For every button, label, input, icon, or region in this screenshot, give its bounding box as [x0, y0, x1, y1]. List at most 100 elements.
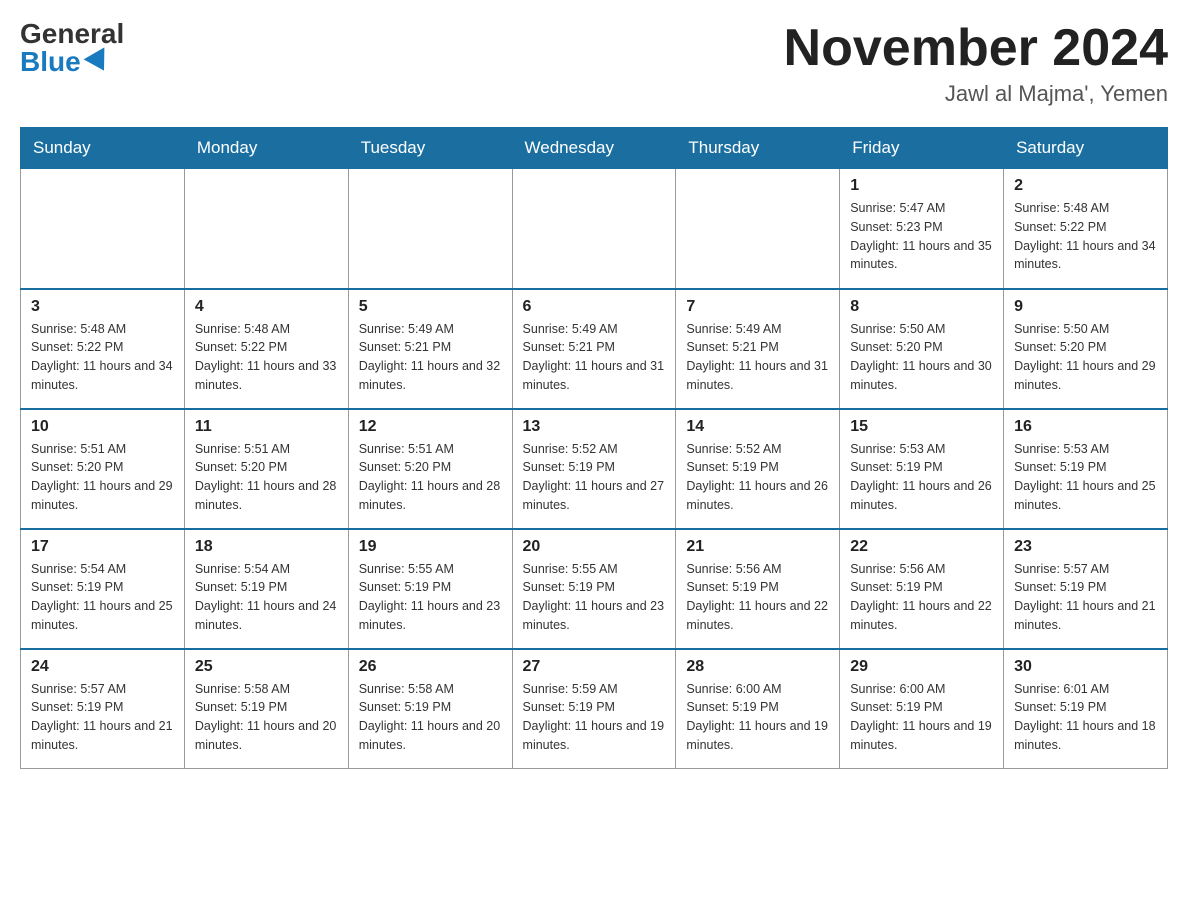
calendar-week-row: 10 Sunrise: 5:51 AMSunset: 5:20 PMDayligh… — [21, 409, 1168, 529]
day-number: 7 — [686, 298, 829, 316]
day-info: Sunrise: 5:54 AMSunset: 5:19 PMDaylight:… — [31, 560, 174, 635]
calendar-day-cell: 4Sunrise: 5:48 AMSunset: 5:22 PMDaylight… — [184, 289, 348, 409]
day-number: 8 — [850, 298, 993, 316]
day-number: 21 — [686, 538, 829, 556]
day-number: 10 — [31, 418, 174, 436]
day-number: 13 — [523, 418, 666, 436]
day-info: Sunrise: 6:00 AMSunset: 5:19 PMDaylight:… — [686, 680, 829, 755]
logo-triangle-icon — [83, 47, 114, 76]
day-number: 3 — [31, 298, 174, 316]
calendar-day-cell: 10 Sunrise: 5:51 AMSunset: 5:20 PMDayligh… — [21, 409, 185, 529]
calendar-day-cell: 15Sunrise: 5:53 AMSunset: 5:19 PMDayligh… — [840, 409, 1004, 529]
calendar-day-cell: 14 Sunrise: 5:52 AMSunset: 5:19 PMDayligh… — [676, 409, 840, 529]
day-number: 5 — [359, 298, 502, 316]
calendar-week-row: 24 Sunrise: 5:57 AMSunset: 5:19 PMDayligh… — [21, 649, 1168, 769]
calendar-week-row: 3 Sunrise: 5:48 AMSunset: 5:22 PMDaylight… — [21, 289, 1168, 409]
day-number: 9 — [1014, 298, 1157, 316]
calendar-day-cell: 22 Sunrise: 5:56 AMSunset: 5:19 PMDayligh… — [840, 529, 1004, 649]
calendar-day-cell: 29 Sunrise: 6:00 AMSunset: 5:19 PMDayligh… — [840, 649, 1004, 769]
calendar-day-cell — [512, 169, 676, 289]
day-info: Sunrise: 5:57 AMSunset: 5:19 PMDaylight:… — [1014, 560, 1157, 635]
calendar-table: SundayMondayTuesdayWednesdayThursdayFrid… — [20, 127, 1168, 769]
day-number: 26 — [359, 658, 502, 676]
day-number: 29 — [850, 658, 993, 676]
day-number: 30 — [1014, 658, 1157, 676]
day-number: 22 — [850, 538, 993, 556]
calendar-day-cell: 19 Sunrise: 5:55 AMSunset: 5:19 PMDayligh… — [348, 529, 512, 649]
day-info: Sunrise: 5:54 AMSunset: 5:19 PMDaylight:… — [195, 560, 338, 635]
calendar-day-cell: 7 Sunrise: 5:49 AMSunset: 5:21 PMDaylight… — [676, 289, 840, 409]
day-info: Sunrise: 5:50 AMSunset: 5:20 PMDaylight:… — [850, 320, 993, 395]
calendar-header-row: SundayMondayTuesdayWednesdayThursdayFrid… — [21, 128, 1168, 169]
day-info: Sunrise: 5:51 AMSunset: 5:20 PMDaylight:… — [359, 440, 502, 515]
day-info: Sunrise: 5:48 AMSunset: 5:22 PMDaylight:… — [1014, 199, 1157, 274]
day-of-week-header: Saturday — [1004, 128, 1168, 169]
calendar-day-cell: 1Sunrise: 5:47 AMSunset: 5:23 PMDaylight… — [840, 169, 1004, 289]
calendar-day-cell — [184, 169, 348, 289]
day-info: Sunrise: 6:01 AMSunset: 5:19 PMDaylight:… — [1014, 680, 1157, 755]
day-of-week-header: Monday — [184, 128, 348, 169]
day-number: 17 — [31, 538, 174, 556]
day-number: 6 — [523, 298, 666, 316]
calendar-day-cell: 5 Sunrise: 5:49 AMSunset: 5:21 PMDaylight… — [348, 289, 512, 409]
day-info: Sunrise: 5:58 AMSunset: 5:19 PMDaylight:… — [359, 680, 502, 755]
day-number: 18 — [195, 538, 338, 556]
calendar-day-cell: 12 Sunrise: 5:51 AMSunset: 5:20 PMDayligh… — [348, 409, 512, 529]
calendar-day-cell: 30 Sunrise: 6:01 AMSunset: 5:19 PMDayligh… — [1004, 649, 1168, 769]
day-info: Sunrise: 5:53 AMSunset: 5:19 PMDaylight:… — [850, 440, 993, 515]
day-number: 12 — [359, 418, 502, 436]
day-info: Sunrise: 5:53 AMSunset: 5:19 PMDaylight:… — [1014, 440, 1157, 515]
day-info: Sunrise: 5:52 AMSunset: 5:19 PMDaylight:… — [686, 440, 829, 515]
calendar-day-cell: 3Sunrise: 5:48 AMSunset: 5:22 PMDaylight… — [21, 289, 185, 409]
calendar-day-cell — [676, 169, 840, 289]
day-info: Sunrise: 5:52 AMSunset: 5:19 PMDaylight:… — [523, 440, 666, 515]
logo-blue-text: Blue — [20, 48, 111, 76]
calendar-day-cell: 16 Sunrise: 5:53 AMSunset: 5:19 PMDayligh… — [1004, 409, 1168, 529]
page-header: General Blue November 2024 Jawl al Majma… — [20, 20, 1168, 107]
day-number: 24 — [31, 658, 174, 676]
day-number: 14 — [686, 418, 829, 436]
calendar-day-cell: 23 Sunrise: 5:57 AMSunset: 5:19 PMDayligh… — [1004, 529, 1168, 649]
calendar-day-cell: 21 Sunrise: 5:56 AMSunset: 5:19 PMDayligh… — [676, 529, 840, 649]
day-number: 2 — [1014, 177, 1157, 195]
day-number: 11 — [195, 418, 338, 436]
day-info: Sunrise: 5:49 AMSunset: 5:21 PMDaylight:… — [523, 320, 666, 395]
day-of-week-header: Wednesday — [512, 128, 676, 169]
calendar-week-row: 17 Sunrise: 5:54 AMSunset: 5:19 PMDayligh… — [21, 529, 1168, 649]
day-info: Sunrise: 5:55 AMSunset: 5:19 PMDaylight:… — [359, 560, 502, 635]
day-number: 25 — [195, 658, 338, 676]
day-number: 23 — [1014, 538, 1157, 556]
calendar-day-cell: 27Sunrise: 5:59 AMSunset: 5:19 PMDayligh… — [512, 649, 676, 769]
day-info: Sunrise: 5:51 AMSunset: 5:20 PMDaylight:… — [31, 440, 174, 515]
day-info: Sunrise: 5:49 AMSunset: 5:21 PMDaylight:… — [686, 320, 829, 395]
day-number: 16 — [1014, 418, 1157, 436]
calendar-day-cell — [348, 169, 512, 289]
day-info: Sunrise: 5:55 AMSunset: 5:19 PMDaylight:… — [523, 560, 666, 635]
day-info: Sunrise: 5:58 AMSunset: 5:19 PMDaylight:… — [195, 680, 338, 755]
day-of-week-header: Tuesday — [348, 128, 512, 169]
day-info: Sunrise: 6:00 AMSunset: 5:19 PMDaylight:… — [850, 680, 993, 755]
day-of-week-header: Thursday — [676, 128, 840, 169]
day-of-week-header: Sunday — [21, 128, 185, 169]
logo-general-text: General — [20, 20, 124, 48]
calendar-day-cell: 28 Sunrise: 6:00 AMSunset: 5:19 PMDayligh… — [676, 649, 840, 769]
day-info: Sunrise: 5:57 AMSunset: 5:19 PMDaylight:… — [31, 680, 174, 755]
calendar-day-cell: 18 Sunrise: 5:54 AMSunset: 5:19 PMDayligh… — [184, 529, 348, 649]
logo: General Blue — [20, 20, 124, 76]
day-info: Sunrise: 5:48 AMSunset: 5:22 PMDaylight:… — [195, 320, 338, 395]
day-number: 27 — [523, 658, 666, 676]
calendar-day-cell: 2 Sunrise: 5:48 AMSunset: 5:22 PMDaylight… — [1004, 169, 1168, 289]
day-info: Sunrise: 5:56 AMSunset: 5:19 PMDaylight:… — [686, 560, 829, 635]
calendar-day-cell: 17 Sunrise: 5:54 AMSunset: 5:19 PMDayligh… — [21, 529, 185, 649]
month-title: November 2024 — [784, 20, 1168, 77]
location-subtitle: Jawl al Majma', Yemen — [784, 81, 1168, 107]
title-section: November 2024 Jawl al Majma', Yemen — [784, 20, 1168, 107]
day-number: 19 — [359, 538, 502, 556]
calendar-day-cell: 6 Sunrise: 5:49 AMSunset: 5:21 PMDaylight… — [512, 289, 676, 409]
calendar-day-cell: 20Sunrise: 5:55 AMSunset: 5:19 PMDayligh… — [512, 529, 676, 649]
day-of-week-header: Friday — [840, 128, 1004, 169]
day-info: Sunrise: 5:49 AMSunset: 5:21 PMDaylight:… — [359, 320, 502, 395]
day-info: Sunrise: 5:56 AMSunset: 5:19 PMDaylight:… — [850, 560, 993, 635]
day-number: 28 — [686, 658, 829, 676]
calendar-day-cell: 25 Sunrise: 5:58 AMSunset: 5:19 PMDayligh… — [184, 649, 348, 769]
